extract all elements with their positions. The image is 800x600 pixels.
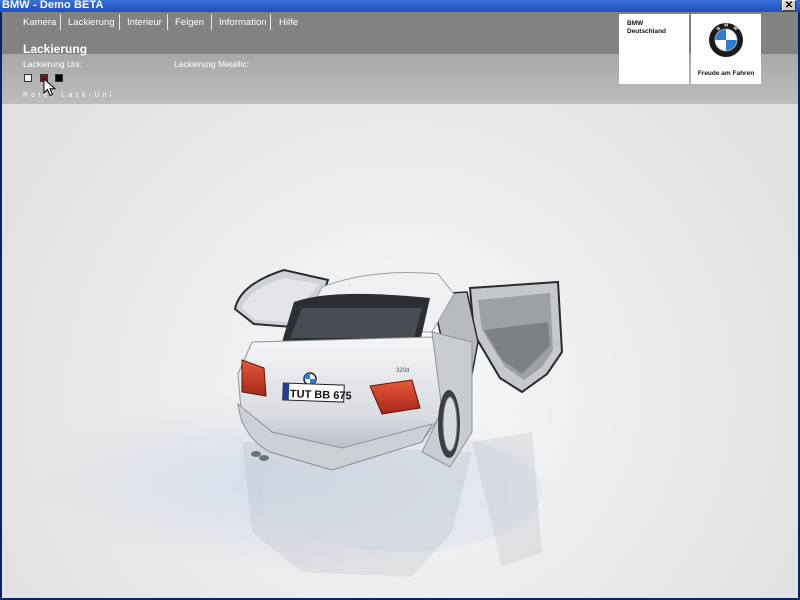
section-title: Lackierung bbox=[23, 42, 88, 56]
selected-color-name: Roter Lack-Uni bbox=[23, 92, 115, 99]
nav-felgen[interactable]: Felgen bbox=[169, 14, 210, 32]
brand-slogan: Freude am Fahren bbox=[697, 70, 755, 77]
license-plate-text: TUT BB 675 bbox=[290, 388, 352, 402]
title-bar[interactable]: BMW - Demo BETA ✕ bbox=[0, 0, 800, 12]
nav-separator bbox=[60, 14, 61, 30]
nav-kamera[interactable]: Kamera bbox=[17, 14, 62, 32]
svg-text:M: M bbox=[724, 23, 728, 28]
nav-separator bbox=[119, 14, 120, 30]
logo-box: B M W Freude am Fahren bbox=[691, 14, 761, 84]
swatch-white[interactable] bbox=[24, 74, 32, 82]
brand-country: Deutschland bbox=[627, 28, 667, 35]
nav-interieur[interactable]: Interieur bbox=[121, 14, 168, 32]
brand-box: BMW Deutschland bbox=[619, 14, 689, 84]
bmw-roundel-icon: B M W bbox=[709, 23, 743, 57]
nav-separator bbox=[167, 14, 168, 30]
mouse-pointer-icon bbox=[43, 78, 57, 97]
solid-paint-label: Lackierung Uni: bbox=[23, 59, 83, 69]
nav-information[interactable]: Information bbox=[213, 14, 273, 32]
close-button[interactable]: ✕ bbox=[782, 0, 796, 11]
nav-separator bbox=[270, 14, 271, 30]
application-window: BMW - Demo BETA ✕ TUT BB 675 320d Kamera… bbox=[0, 0, 800, 600]
metallic-paint-label: Lackierung Metallic: bbox=[174, 59, 250, 69]
nav-hilfe[interactable]: Hilfe bbox=[273, 14, 304, 32]
nav-separator bbox=[211, 14, 212, 30]
window-title: BMW - Demo BETA bbox=[2, 0, 104, 11]
model-badge: 320d bbox=[396, 368, 409, 374]
brand-name: BMW bbox=[627, 20, 644, 27]
3d-viewport[interactable]: TUT BB 675 320d Kamera Lackierung Interi… bbox=[2, 12, 798, 598]
nav-lackierung[interactable]: Lackierung bbox=[62, 14, 120, 32]
